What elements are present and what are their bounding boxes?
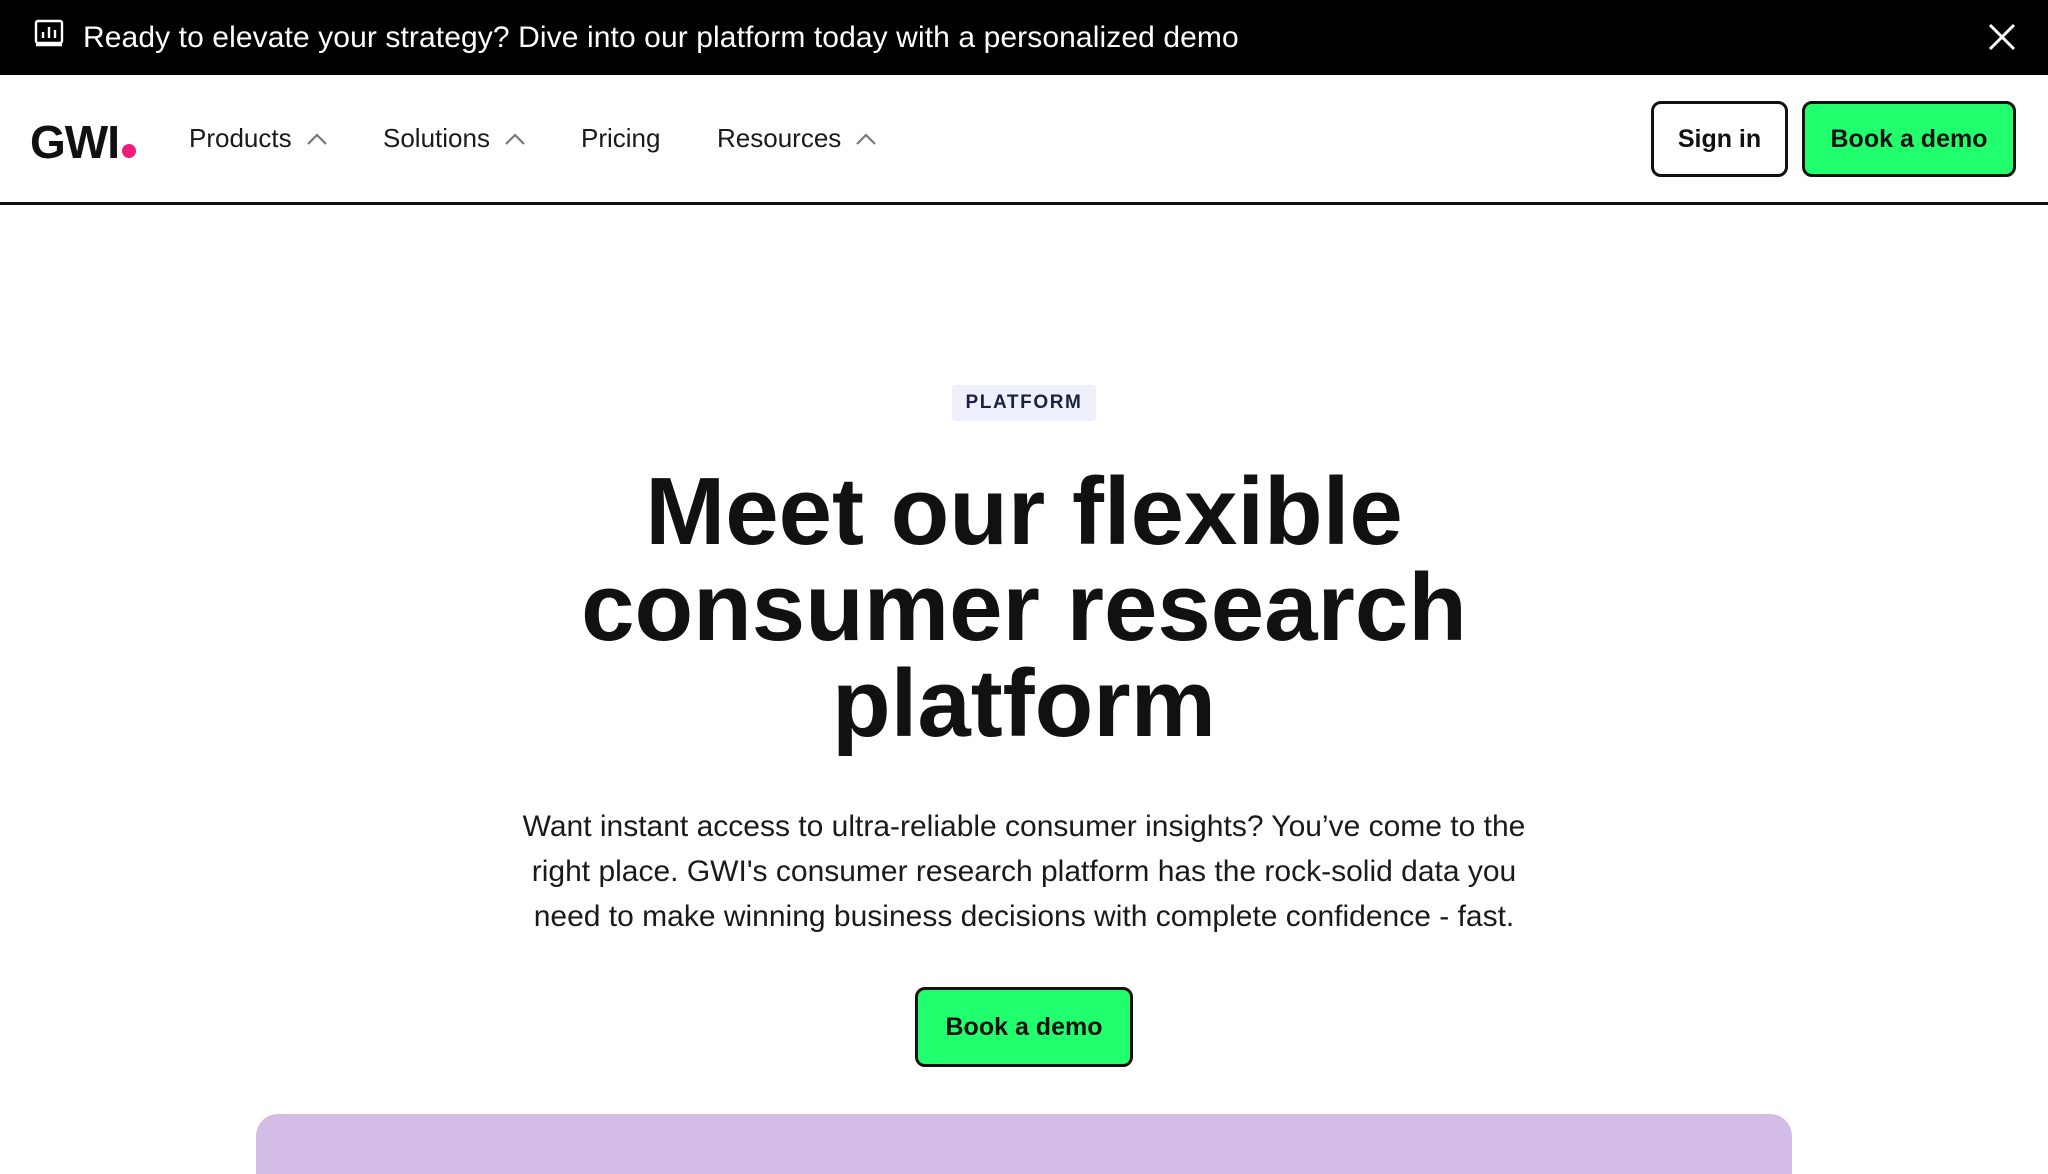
- main-nav: GWI Products Solutions Pricing Resources…: [0, 75, 2048, 205]
- chevron-up-icon: [856, 132, 877, 145]
- hero-subtitle: Want instant access to ultra-reliable co…: [424, 804, 1624, 939]
- nav-item-pricing[interactable]: Pricing: [581, 75, 660, 202]
- hero-title-line: consumer research: [581, 554, 1467, 661]
- book-demo-button[interactable]: Book a demo: [1802, 101, 2016, 177]
- platform-badge: PLATFORM: [952, 385, 1096, 421]
- announcement-bar: Ready to elevate your strategy? Dive int…: [0, 0, 2048, 75]
- nav-item-products[interactable]: Products: [189, 75, 328, 202]
- nav-item-resources[interactable]: Resources: [717, 75, 877, 202]
- nav-item-solutions[interactable]: Solutions: [383, 75, 526, 202]
- chevron-up-icon: [505, 132, 525, 145]
- announcement-text[interactable]: Ready to elevate your strategy? Dive int…: [83, 0, 1239, 75]
- logo-text: GWI: [30, 116, 120, 168]
- hero-title-line: Meet our flexible: [645, 458, 1403, 565]
- hero-subtitle-line: Want instant access to ultra-reliable co…: [522, 810, 1526, 843]
- platform-preview-card: [256, 1114, 1792, 1174]
- chart-screen-icon: [34, 19, 64, 47]
- hero-title-line: platform: [832, 650, 1216, 757]
- hero-subtitle-line: right place. GWI's consumer research pla…: [531, 855, 1517, 888]
- hero-book-demo-button[interactable]: Book a demo: [915, 987, 1133, 1067]
- hero-subtitle-line: need to make winning business decisions …: [533, 900, 1515, 933]
- nav-item-label: Pricing: [581, 123, 661, 153]
- nav-item-label: Products: [189, 123, 292, 153]
- nav-item-label: Solutions: [383, 123, 490, 153]
- sign-in-button[interactable]: Sign in: [1651, 101, 1788, 177]
- nav-item-label: Resources: [717, 123, 842, 153]
- chevron-up-icon: [306, 132, 327, 145]
- gwi-logo[interactable]: GWI: [30, 115, 136, 169]
- hero-title: Meet our flexible consumer research plat…: [424, 464, 1624, 752]
- logo-dot: [121, 144, 136, 158]
- close-icon[interactable]: [1987, 22, 2017, 52]
